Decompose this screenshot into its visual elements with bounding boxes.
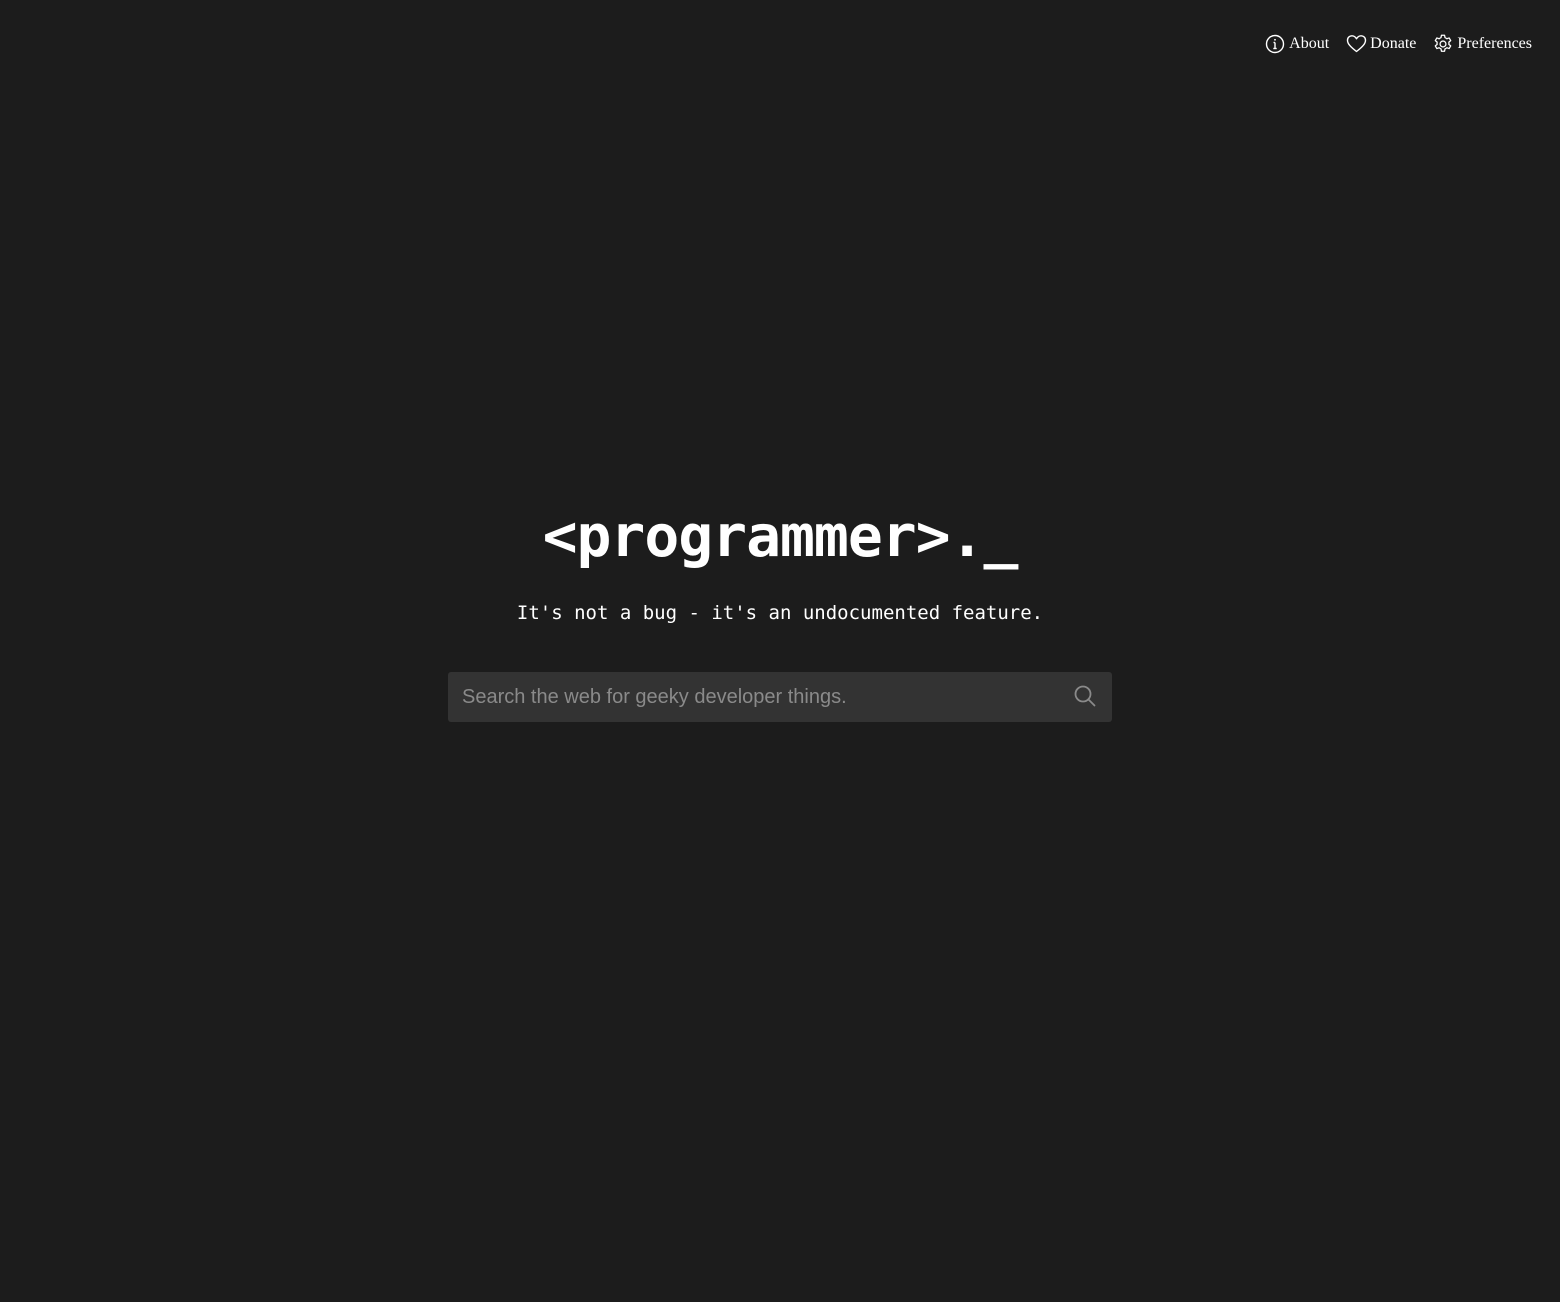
donate-label: Donate	[1370, 35, 1417, 52]
gear-icon	[1432, 33, 1454, 55]
preferences-label: Preferences	[1457, 35, 1532, 52]
about-link[interactable]: About	[1264, 33, 1329, 55]
tagline: It's not a bug - it's an undocumented fe…	[516, 602, 1044, 624]
top-nav: About Donate Preferences	[1264, 33, 1532, 55]
heart-icon	[1345, 33, 1367, 55]
about-label: About	[1289, 35, 1330, 52]
donate-link[interactable]: Donate	[1345, 33, 1416, 55]
search-input[interactable]	[448, 672, 1058, 722]
search-icon	[1073, 684, 1097, 711]
preferences-link[interactable]: Preferences	[1432, 33, 1532, 55]
search-form	[448, 672, 1112, 722]
hero: <programmer>._ It's not a bug - it's an …	[0, 498, 1560, 624]
search-button[interactable]	[1058, 672, 1112, 722]
site-logo: <programmer>._	[542, 502, 1019, 570]
info-icon	[1264, 33, 1286, 55]
